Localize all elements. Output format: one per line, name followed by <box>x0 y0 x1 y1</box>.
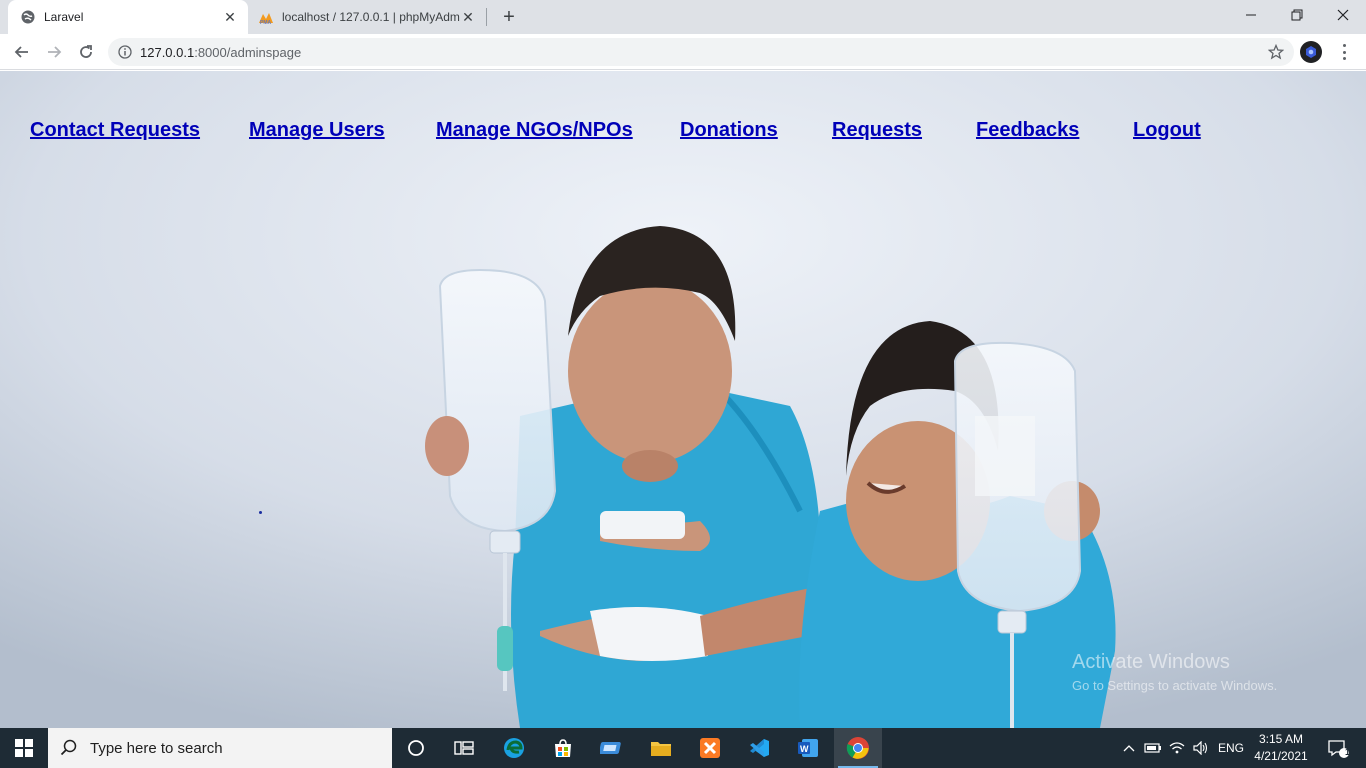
admin-page: Contact Requests Manage Users Manage NGO… <box>0 71 1366 728</box>
taskbar-xampp[interactable] <box>686 728 734 768</box>
nav-contact-requests[interactable]: Contact Requests <box>30 119 200 142</box>
search-placeholder: Type here to search <box>90 739 223 757</box>
store-icon <box>555 739 571 757</box>
minimize-button[interactable] <box>1228 0 1274 30</box>
windows-logo-icon <box>15 739 33 757</box>
start-button[interactable] <box>0 728 48 768</box>
nav-manage-ngos[interactable]: Manage NGOs/NPOs <box>436 119 633 142</box>
taskbar-app-blue[interactable] <box>588 728 636 768</box>
phpmyadmin-icon: PMA <box>258 9 274 25</box>
profile-avatar[interactable] <box>1300 41 1322 63</box>
wifi-icon <box>1169 742 1185 754</box>
search-icon <box>60 739 77 756</box>
watermark-subtitle: Go to Settings to activate Windows. <box>1072 678 1278 693</box>
bookmark-star-icon[interactable] <box>1267 43 1285 65</box>
hero-background-photo <box>0 71 1366 728</box>
close-tab-icon[interactable]: ✕ <box>460 9 476 25</box>
info-icon[interactable] <box>118 45 132 59</box>
taskbar-search-box[interactable]: Type here to search <box>48 728 392 768</box>
chrome-icon <box>846 737 869 759</box>
nav-requests[interactable]: Requests <box>832 119 922 142</box>
clock-date: 4/21/2021 <box>1254 749 1308 763</box>
browser-tabstrip: Laravel ✕ PMA localhost / 127.0.0.1 | ph… <box>0 0 1366 34</box>
word-icon: W <box>798 739 818 757</box>
taskbar-file-explorer[interactable] <box>637 728 685 768</box>
url-text: 127.0.0.1:8000/adminspage <box>140 44 302 60</box>
task-view-button[interactable] <box>440 728 488 768</box>
battery-tray[interactable] <box>1142 728 1164 768</box>
cortana-button[interactable] <box>392 728 440 768</box>
edge-icon <box>504 738 524 758</box>
tab-phpmyadmin[interactable]: PMA localhost / 127.0.0.1 | phpMyAdmin ✕ <box>250 0 486 34</box>
new-tab-button[interactable]: + <box>498 6 520 28</box>
tab-title: Laravel <box>44 10 84 24</box>
task-view-icon <box>454 741 474 755</box>
reload-icon <box>80 45 92 58</box>
clock-time: 3:15 AM <box>1258 732 1304 746</box>
stray-dot <box>259 511 262 514</box>
chevron-up-icon <box>1123 745 1135 752</box>
nav-donations[interactable]: Donations <box>680 119 778 142</box>
show-hidden-icons[interactable] <box>1118 728 1140 768</box>
tab-separator <box>486 8 487 26</box>
language-indicator[interactable]: ENG <box>1214 728 1248 768</box>
notifications-button[interactable]: 1 <box>1318 728 1358 768</box>
taskbar-word[interactable]: W <box>784 728 832 768</box>
browser-menu-icon[interactable] <box>1336 42 1352 62</box>
tab-title: localhost / 127.0.0.1 | phpMyAdmin <box>282 10 460 24</box>
close-tab-icon[interactable]: ✕ <box>222 9 238 25</box>
taskbar-edge[interactable] <box>490 728 538 768</box>
vscode-icon <box>750 739 769 757</box>
arrow-left-icon <box>14 46 28 58</box>
reload-button[interactable] <box>72 38 100 66</box>
notification-count: 1 <box>1345 747 1351 757</box>
forward-button[interactable] <box>40 38 68 66</box>
globe-icon <box>20 9 36 25</box>
restore-button[interactable] <box>1274 0 1320 30</box>
nav-feedbacks[interactable]: Feedbacks <box>976 119 1079 142</box>
folder-icon <box>651 742 671 756</box>
cortana-icon <box>408 740 424 756</box>
taskbar-vscode[interactable] <box>735 728 783 768</box>
address-bar[interactable]: 127.0.0.1:8000/adminspage <box>108 38 1294 66</box>
svg-text:PMA: PMA <box>260 20 272 25</box>
taskbar-store[interactable] <box>539 728 587 768</box>
xampp-icon <box>700 738 720 758</box>
watermark-title: Activate Windows <box>1072 651 1230 673</box>
back-button[interactable] <box>8 38 36 66</box>
browser-toolbar: 127.0.0.1:8000/adminspage <box>0 34 1366 70</box>
speaker-icon <box>1193 741 1208 755</box>
admin-nav: Contact Requests Manage Users Manage NGO… <box>0 119 1366 145</box>
windows-taskbar: Type here to search W ENG 3:15 AM 4/21/2… <box>0 728 1366 768</box>
tab-laravel[interactable]: Laravel ✕ <box>8 0 248 34</box>
close-window-button[interactable] <box>1320 0 1366 30</box>
taskbar-clock[interactable]: 3:15 AM 4/21/2021 <box>1248 731 1314 765</box>
nav-manage-users[interactable]: Manage Users <box>249 119 385 142</box>
remote-app-icon <box>600 742 621 754</box>
activate-windows-watermark: Activate Windows Go to Settings to activ… <box>1072 651 1277 693</box>
battery-icon <box>1144 743 1161 753</box>
taskbar-chrome[interactable] <box>834 728 882 768</box>
volume-tray[interactable] <box>1190 728 1212 768</box>
nav-logout[interactable]: Logout <box>1133 119 1201 142</box>
arrow-right-icon <box>48 46 62 58</box>
svg-text:W: W <box>800 744 809 754</box>
wifi-tray[interactable] <box>1166 728 1188 768</box>
